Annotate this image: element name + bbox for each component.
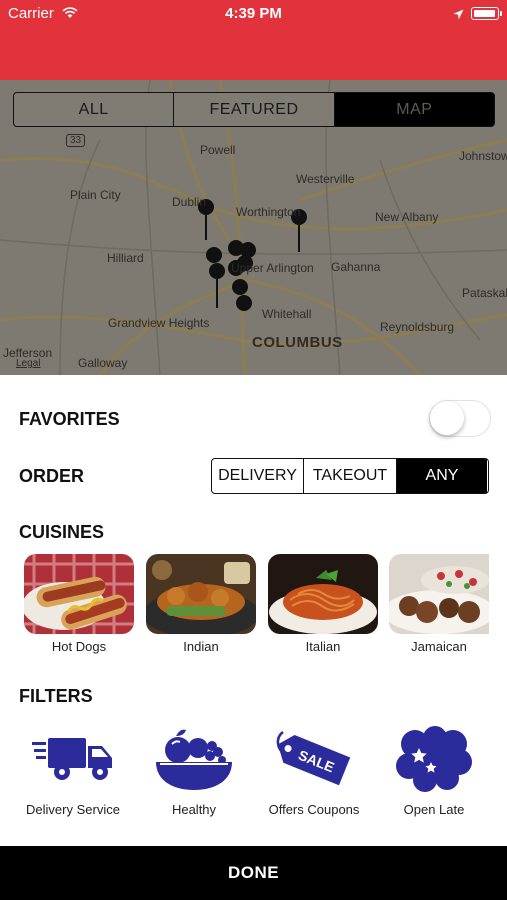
map-label-reynoldsburg: Reynoldsburg: [380, 320, 455, 334]
cuisine-hot-dogs[interactable]: Hot Dogs: [24, 554, 134, 654]
filter-label: Delivery Service: [26, 802, 120, 817]
filters-label: FILTERS: [19, 686, 93, 706]
cuisines-label: CUISINES: [19, 522, 105, 542]
cuisine-label: Hot Dogs: [51, 639, 107, 654]
map-label-gahanna: Gahanna: [331, 260, 381, 274]
moon-stars-icon: [374, 722, 494, 796]
map-label-worthington: Worthington: [236, 205, 301, 219]
filter-healthy[interactable]: Healthy: [134, 722, 254, 817]
map-label-galloway: Galloway: [78, 356, 128, 370]
filter-open-late[interactable]: Open Late: [374, 722, 494, 817]
cuisine-label: Indian: [183, 639, 219, 654]
fruit-bowl-icon: [134, 722, 254, 796]
sale-tag-icon: SALE: [254, 722, 374, 796]
map-label-dublin: Dublin: [172, 195, 207, 209]
order-label: ORDER: [19, 466, 85, 486]
header-bar: Carrier 4:39 PM: [0, 0, 507, 80]
filter-label: Open Late: [403, 802, 465, 817]
filter-label: Healthy: [171, 802, 217, 817]
filter-offers-coupons[interactable]: SALE Offers Coupons: [254, 722, 374, 817]
map-label-westerville: Westerville: [296, 172, 355, 186]
cuisine-label: Italian: [305, 639, 341, 654]
view-segmented-control: ALL FEATURED MAP: [13, 92, 495, 127]
cuisine-label: Jamaican: [411, 639, 467, 654]
highway-shield: 33: [66, 134, 86, 147]
location-arrow-icon: [453, 7, 464, 25]
map-label-upper-arlington: Upper Arlington: [231, 261, 314, 275]
status-time: 4:39 PM: [225, 5, 282, 22]
favorites-label: FAVORITES: [19, 409, 120, 429]
map-label-johnstown: Johnstown: [459, 149, 507, 163]
battery-icon: [471, 7, 502, 20]
order-segmented-control: DELIVERY TAKEOUT ANY: [211, 458, 489, 494]
order-delivery-option[interactable]: DELIVERY: [212, 459, 304, 493]
order-takeout-option[interactable]: TAKEOUT: [304, 459, 397, 493]
map-label-columbus: COLUMBUS: [252, 334, 343, 351]
hot-dogs-image: [24, 554, 134, 634]
tab-all[interactable]: ALL: [14, 93, 175, 126]
tab-map[interactable]: MAP: [334, 93, 494, 126]
italian-image: [268, 554, 378, 634]
map-label-grandview: Grandview Heights: [108, 316, 210, 330]
map-label-plain-city: Plain City: [70, 188, 121, 202]
map-label-pataskala: Pataskala: [462, 286, 507, 300]
cuisine-jamaican[interactable]: Jamaican: [389, 554, 489, 654]
map-label-hilliard: Hilliard: [107, 251, 144, 265]
order-any-option[interactable]: ANY: [397, 459, 487, 493]
map-label-whitehall: Whitehall: [262, 307, 312, 321]
filter-label: Offers Coupons: [268, 802, 360, 817]
map-legal-link[interactable]: Legal: [16, 358, 40, 369]
map-label-new-albany: New Albany: [375, 210, 439, 224]
cuisine-italian[interactable]: Italian: [268, 554, 378, 654]
done-button[interactable]: DONE: [0, 846, 507, 900]
indian-image: [146, 554, 256, 634]
cuisine-indian[interactable]: Indian: [146, 554, 256, 654]
delivery-truck-icon: [13, 722, 133, 796]
toggle-knob: [430, 401, 464, 435]
filter-delivery-service[interactable]: Delivery Service: [13, 722, 133, 817]
jamaican-image: [389, 554, 489, 634]
favorites-toggle[interactable]: [429, 400, 491, 437]
tab-featured[interactable]: FEATURED: [174, 93, 335, 126]
map-label-powell: Powell: [200, 143, 236, 157]
